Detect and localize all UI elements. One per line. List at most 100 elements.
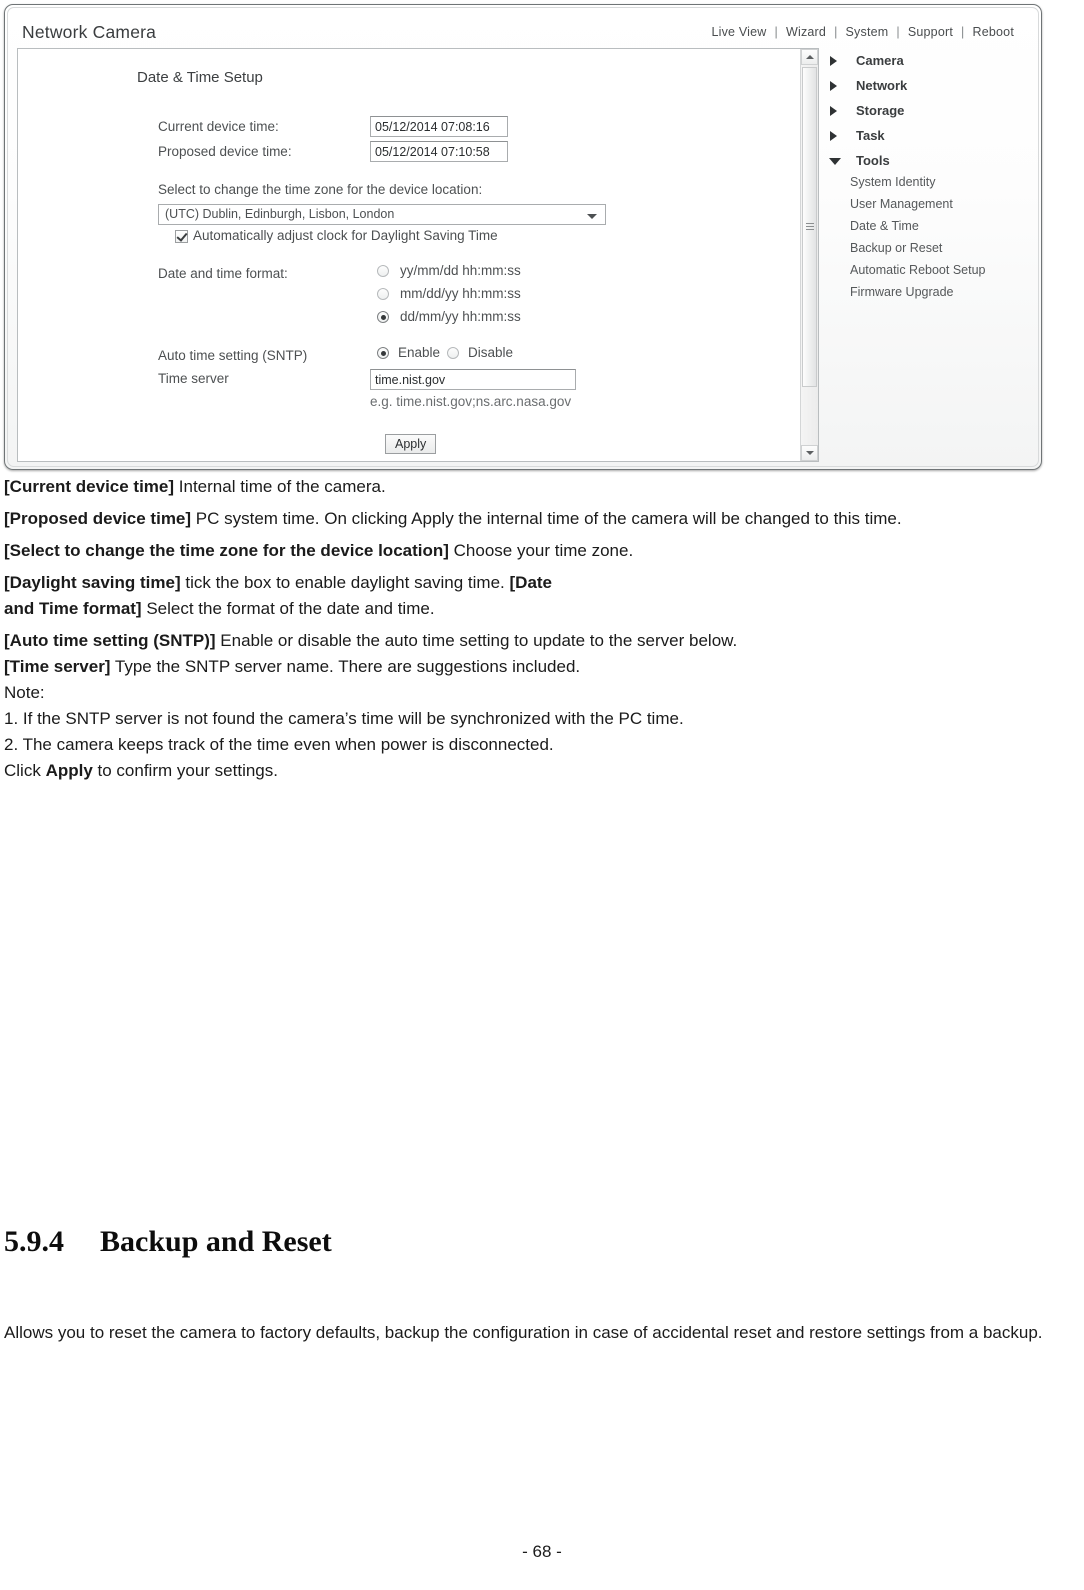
triangle-right-icon [830, 106, 837, 116]
sntp-radio-enable[interactable] [377, 347, 389, 359]
format-radio-ddmmyy[interactable] [377, 311, 389, 323]
note-item-1: 1. If the SNTP server is not found the c… [4, 709, 684, 728]
term-timezone: [Select to change the time zone for the … [4, 541, 449, 560]
triangle-up-icon [805, 55, 814, 59]
section-title: Backup and Reset [100, 1225, 332, 1258]
click-bold-apply: Apply [45, 761, 93, 780]
desc-current-device-time: Internal time of the camera. [174, 477, 386, 496]
sntp-label: Auto time setting (SNTP) [158, 348, 308, 363]
timezone-label: Select to change the time zone for the d… [158, 182, 483, 197]
settings-form-area: Date & Time Setup Current device time: P… [18, 49, 800, 461]
section-number: 5.9.4 [4, 1225, 64, 1258]
term-sntp: [Auto time setting (SNTP)] [4, 631, 216, 650]
nav-separator: | [834, 25, 838, 39]
nav-system[interactable]: System [846, 25, 889, 39]
format-option-yymmdd-label: yy/mm/dd hh:mm:ss [400, 263, 521, 278]
sidebar-item-network[interactable]: Network [830, 75, 1030, 100]
sidebar-item-tools[interactable]: Tools [829, 150, 1030, 175]
triangle-right-icon [830, 131, 837, 141]
paragraph-daylight-saving: [Daylight saving time] tick the box to e… [4, 570, 1064, 595]
term-time-format: and Time format] [4, 599, 142, 618]
daylight-saving-checkbox[interactable] [175, 230, 188, 243]
time-server-label: Time server [158, 371, 229, 386]
triangle-right-icon [830, 81, 837, 91]
sntp-enable-label: Enable [398, 345, 441, 360]
sidebar-item-backup-or-reset[interactable]: Backup or Reset [830, 241, 1030, 263]
sidebar-item-storage[interactable]: Storage [830, 100, 1030, 125]
nav-separator: | [774, 25, 778, 39]
page-number: - 68 - [522, 1542, 562, 1561]
paragraph-date-time-format: and Time format] Select the format of th… [4, 596, 1064, 621]
time-server-input[interactable] [370, 369, 576, 390]
sidebar-item-label: Camera [856, 53, 904, 68]
sidebar-item-label: Task [856, 128, 885, 143]
nav-wizard[interactable]: Wizard [786, 25, 826, 39]
camera-ui-screenshot-figure: Network Camera Live View | Wizard | System | S… [4, 4, 1042, 470]
settings-content-pane: Date & Time Setup Current device time: P… [17, 48, 819, 462]
note-item-2: 2. The camera keeps track of the time ev… [4, 735, 554, 754]
chevron-down-icon [587, 214, 597, 219]
format-option-ddmmyy-label: dd/mm/yy hh:mm:ss [400, 309, 521, 324]
triangle-down-icon [829, 158, 841, 165]
nav-live-view[interactable]: Live View [711, 25, 766, 39]
sidebar-item-camera[interactable]: Camera [830, 50, 1030, 75]
term-daylight-saving: [Daylight saving time] [4, 573, 181, 592]
daylight-saving-label: Automatically adjust clock for Daylight … [193, 228, 498, 243]
proposed-device-time-input[interactable] [370, 141, 508, 162]
nav-separator: | [961, 25, 965, 39]
note-label: Note: [4, 683, 45, 702]
sidebar-item-automatic-reboot-setup[interactable]: Automatic Reboot Setup [830, 263, 1030, 285]
proposed-device-time-label: Proposed device time: [158, 144, 292, 159]
scroll-up-button[interactable] [801, 49, 818, 65]
triangle-down-icon [805, 451, 814, 455]
paragraph-timezone: [Select to change the time zone for the … [4, 538, 1064, 563]
section-heading: 5.9.4 Backup and Reset [4, 1225, 1064, 1259]
sidebar-item-label: Tools [856, 153, 890, 168]
desc-proposed-device-time: PC system time. On clicking Apply the in… [191, 509, 902, 528]
sidebar-item-task[interactable]: Task [830, 125, 1030, 150]
paragraph-click-apply: Click Apply to confirm your settings. [4, 758, 1064, 783]
term-date-continued: [Date [509, 573, 553, 592]
nav-separator: | [896, 25, 900, 39]
grip-lines-icon [805, 223, 814, 231]
nav-reboot[interactable]: Reboot [972, 25, 1014, 39]
time-server-hint: e.g. time.nist.gov;ns.arc.nasa.gov [370, 394, 572, 409]
current-device-time-input[interactable] [370, 116, 508, 137]
current-device-time-label: Current device time: [158, 119, 279, 134]
settings-sidebar-menu: Camera Network Storage Task Tools System… [829, 50, 1030, 307]
sntp-disable-label: Disable [468, 345, 514, 360]
sidebar-item-user-management[interactable]: User Management [830, 197, 1030, 219]
term-proposed-device-time: [Proposed device time] [4, 509, 192, 528]
sidebar-item-label: Network [856, 78, 908, 93]
top-navigation: Live View | Wizard | System | Support | Reboot [711, 25, 1014, 39]
nav-support[interactable]: Support [908, 25, 953, 39]
document-body: [Current device time] Internal time of t… [4, 474, 1064, 790]
timezone-selected-value: (UTC) Dublin, Edinburgh, Lisbon, London [165, 207, 395, 221]
scroll-down-button[interactable] [801, 445, 818, 461]
term-time-server: [Time server] [4, 657, 111, 676]
desc-sntp: Enable or disable the auto time setting … [215, 631, 738, 650]
desc-time-format: Select the format of the date and time. [141, 599, 435, 618]
section-intro-paragraph: Allows you to reset the camera to factor… [4, 1323, 1043, 1342]
paragraph-sntp: [Auto time setting (SNTP)] Enable or dis… [4, 628, 1064, 653]
scrollbar-thumb[interactable] [802, 67, 817, 387]
sidebar-item-date-and-time[interactable]: Date & Time [830, 219, 1030, 241]
triangle-right-icon [830, 56, 837, 66]
format-radio-yymmdd[interactable] [377, 265, 389, 277]
date-time-format-label: Date and time format: [158, 266, 288, 281]
paragraph-proposed-device-time: [Proposed device time] PC system time. O… [4, 506, 1064, 531]
sidebar-item-label: Storage [856, 103, 905, 118]
vertical-scrollbar[interactable] [800, 49, 818, 461]
paragraph-current-device-time: [Current device time] Internal time of t… [4, 474, 1064, 499]
sidebar-item-system-identity[interactable]: System Identity [830, 175, 1030, 197]
sidebar-item-firmware-upgrade[interactable]: Firmware Upgrade [830, 285, 1030, 307]
timezone-select[interactable]: (UTC) Dublin, Edinburgh, Lisbon, London [158, 204, 606, 225]
page-title: Date & Time Setup [137, 69, 263, 86]
sntp-radio-disable[interactable] [447, 347, 459, 359]
app-title: Network Camera [22, 22, 157, 42]
apply-button[interactable]: Apply [385, 434, 437, 454]
click-prefix: Click [4, 761, 46, 780]
format-radio-mmddyy[interactable] [377, 288, 389, 300]
paragraph-time-server: [Time server] Type the SNTP server name.… [4, 654, 1064, 679]
format-option-mmddyy-label: mm/dd/yy hh:mm:ss [400, 286, 521, 301]
